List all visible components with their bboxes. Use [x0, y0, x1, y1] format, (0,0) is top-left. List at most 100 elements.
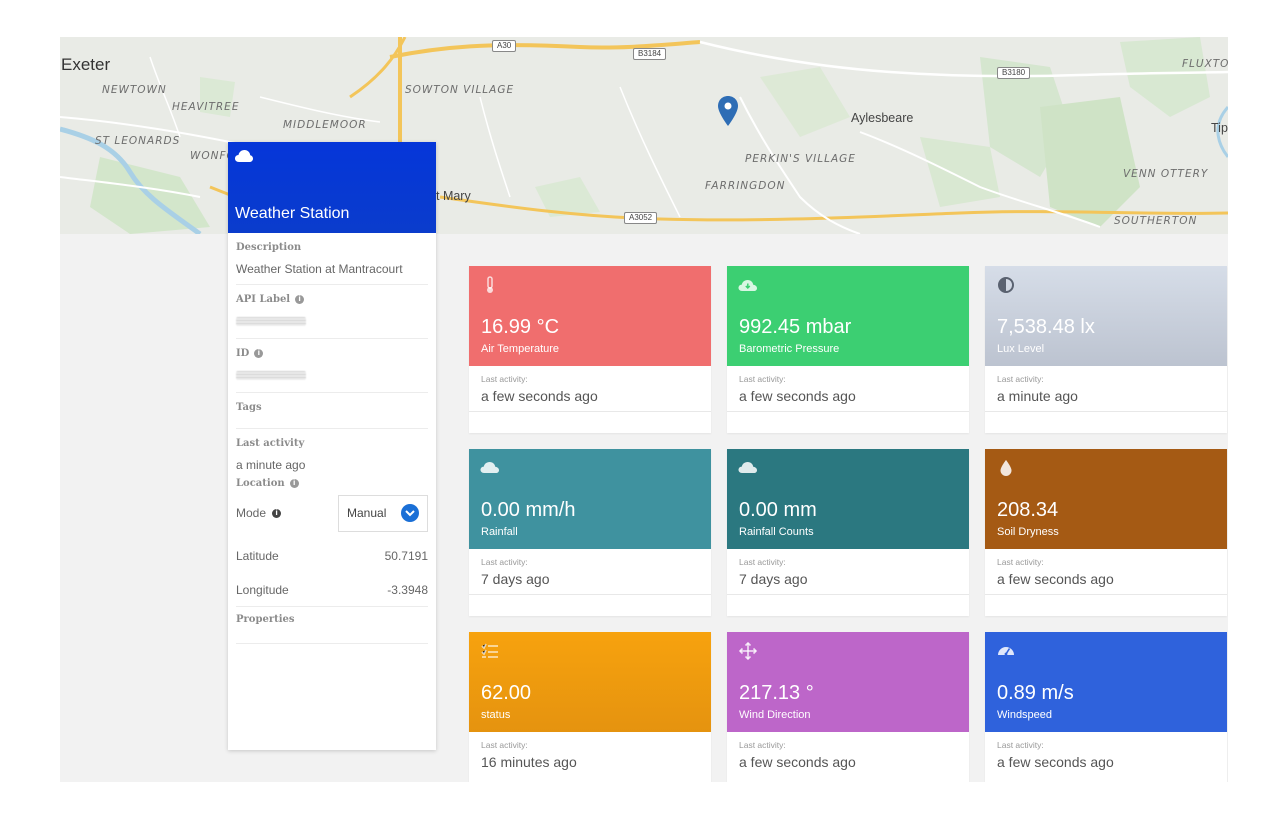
field-label-row: ID i	[236, 339, 428, 359]
device-header: Weather Station	[228, 142, 436, 233]
road-shield: A30	[492, 40, 517, 52]
road-shield: B3180	[997, 67, 1031, 79]
sensor-card-footer: Last activity: a minute ago	[985, 366, 1227, 433]
list-icon	[481, 643, 498, 658]
field-label: Last activity	[236, 438, 305, 449]
description-value: Weather Station at Mantracourt	[236, 262, 403, 276]
info-icon[interactable]: i	[295, 295, 305, 304]
longitude-label: Longitude	[236, 582, 289, 597]
droplet-icon	[1000, 460, 1012, 476]
sensor-card-header: 0.89 m/s Windspeed	[985, 632, 1227, 732]
latitude-value: 50.7191	[384, 549, 428, 563]
sensor-card-header: 217.13 ° Wind Direction	[727, 632, 969, 732]
field-label: Location	[236, 478, 285, 489]
cloud-icon	[738, 462, 757, 473]
sensor-label: Air Temperature	[481, 343, 560, 355]
last-activity-label: Last activity:	[997, 557, 1044, 567]
divider	[985, 594, 1227, 595]
device-panel: Weather Station Description Weather Stat…	[228, 142, 436, 750]
sensor-label: Rainfall	[481, 526, 518, 538]
contrast-icon	[998, 277, 1014, 293]
device-title: Weather Station	[235, 205, 350, 222]
map-district-label: ST LEONARDS	[95, 135, 181, 147]
field-label: ID	[236, 348, 250, 359]
info-icon[interactable]: i	[289, 479, 299, 488]
info-icon[interactable]: i	[272, 508, 282, 518]
map-district-label: PERKIN'S VILLAGE	[745, 153, 856, 165]
last-activity-label: Last activity:	[739, 374, 786, 384]
tags-field: Tags	[236, 393, 428, 429]
divider	[727, 594, 969, 595]
last-activity-value: a few seconds ago	[739, 388, 856, 404]
last-activity-value: a few seconds ago	[481, 388, 598, 404]
sensor-card-footer: Last activity: 7 days ago	[469, 549, 711, 616]
last-activity-value: 7 days ago	[481, 571, 550, 587]
map-district-label: SOWTON VILLAGE	[405, 84, 515, 96]
map-district-label: FARRINGDON	[705, 180, 786, 192]
last-activity-value: a few seconds ago	[997, 754, 1114, 770]
last-activity-value: a minute ago	[997, 388, 1078, 404]
road-shield: A3052	[624, 212, 658, 224]
sensor-card[interactable]: 0.00 mm Rainfall Counts Last activity: 7…	[727, 449, 969, 616]
sensor-value: 7,538.48 lx	[997, 316, 1095, 338]
chevron-down-icon[interactable]	[401, 504, 419, 522]
sensor-value: 62.00	[481, 682, 532, 704]
map-marker-icon[interactable]	[717, 95, 739, 127]
sensor-label: Soil Dryness	[997, 526, 1059, 538]
map-district-label: HEAVITREE	[172, 101, 240, 113]
mode-label: Mode	[236, 506, 267, 520]
last-activity-value: 7 days ago	[739, 571, 808, 587]
sensor-value: 0.00 mm	[739, 499, 817, 521]
sensor-card-footer: Last activity: 16 minutes ago	[469, 732, 711, 782]
sensor-card-header: 62.00 status	[469, 632, 711, 732]
sensor-card-header: 0.00 mm/h Rainfall	[469, 449, 711, 549]
divider	[469, 411, 711, 412]
last-activity-value: a few seconds ago	[739, 754, 856, 770]
last-activity-label: Last activity:	[481, 374, 528, 384]
sensor-card[interactable]: 208.34 Soil Dryness Last activity: a few…	[985, 449, 1227, 616]
mode-row: Mode i Manual	[236, 493, 428, 533]
sensor-card[interactable]: 217.13 ° Wind Direction Last activity: a…	[727, 632, 969, 782]
cloud-download-icon	[738, 280, 757, 291]
last-activity-value: a few seconds ago	[997, 571, 1114, 587]
sensor-card[interactable]: 992.45 mbar Barometric Pressure Last act…	[727, 266, 969, 433]
last-activity-label: Last activity:	[997, 740, 1044, 750]
last-activity-label: Last activity:	[481, 740, 528, 750]
divider	[469, 594, 711, 595]
sensor-value: 16.99 °C	[481, 316, 560, 338]
sensor-label: Barometric Pressure	[739, 343, 840, 355]
sensor-card[interactable]: 62.00 status Last activity: 16 minutes a…	[469, 632, 711, 782]
sensor-card[interactable]: 16.99 °C Air Temperature Last activity: …	[469, 266, 711, 433]
cloud-icon	[235, 150, 253, 162]
longitude-row: Longitude -3.3948	[236, 573, 428, 607]
sensor-card-footer: Last activity: a few seconds ago	[727, 732, 969, 782]
sensor-card-header: 0.00 mm Rainfall Counts	[727, 449, 969, 549]
sensor-label: Lux Level	[997, 343, 1045, 355]
map-town-label: Aylesbeare	[851, 111, 914, 125]
divider	[985, 411, 1227, 412]
redacted-value	[236, 371, 306, 380]
field-label: Description	[236, 242, 302, 253]
sensor-card-header: 992.45 mbar Barometric Pressure	[727, 266, 969, 366]
thermometer-icon	[487, 276, 493, 293]
last-activity-value: a minute ago	[236, 458, 306, 472]
mode-select[interactable]: Manual	[338, 494, 428, 532]
mode-label-row: Mode i	[236, 506, 282, 520]
map-district-label: MIDDLEMOOR	[283, 119, 367, 131]
map-town-label: t Mary	[436, 189, 471, 203]
sensor-card-footer: Last activity: a few seconds ago	[985, 732, 1227, 782]
field-label-row: Location i	[236, 476, 428, 489]
longitude-value: -3.3948	[387, 582, 428, 597]
last-activity-label: Last activity:	[997, 374, 1044, 384]
field-label: Properties	[236, 614, 295, 625]
id-field: ID i	[236, 339, 428, 393]
arrows-icon	[738, 641, 758, 661]
sensor-label: Rainfall Counts	[739, 526, 814, 538]
info-icon[interactable]: i	[254, 349, 264, 358]
sensor-card-footer: Last activity: a few seconds ago	[727, 366, 969, 433]
sensor-label: status	[481, 709, 511, 721]
field-label: API Label	[236, 294, 291, 305]
sensor-card[interactable]: 0.00 mm/h Rainfall Last activity: 7 days…	[469, 449, 711, 616]
sensor-card[interactable]: 7,538.48 lx Lux Level Last activity: a m…	[985, 266, 1227, 433]
sensor-card[interactable]: 0.89 m/s Windspeed Last activity: a few …	[985, 632, 1227, 782]
